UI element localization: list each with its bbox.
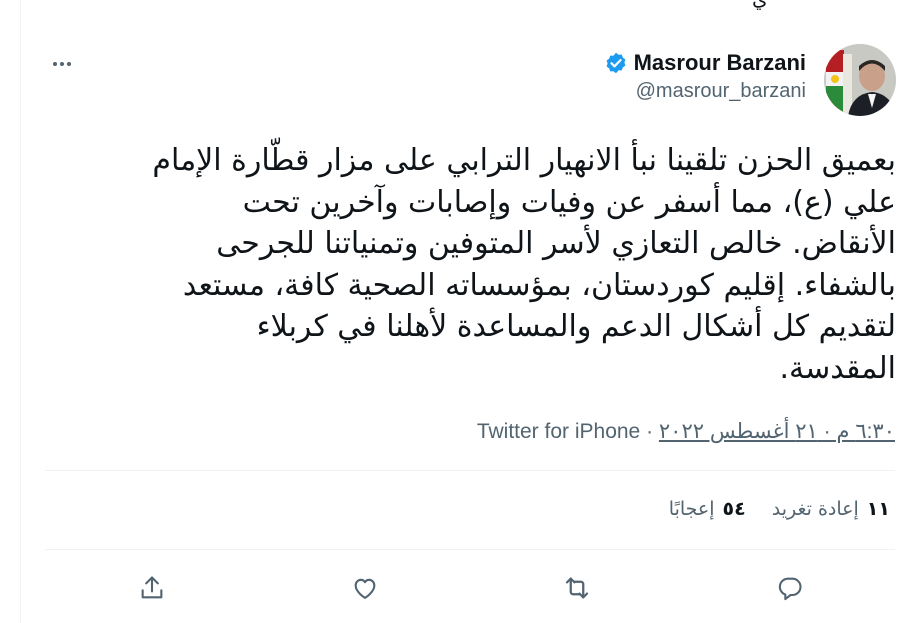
meta-separator: ·	[640, 420, 659, 443]
timeline-left-border	[20, 0, 21, 623]
tweet-stats: ١١ إعادة تغريد ٥٤ إعجابًا	[669, 498, 890, 520]
verified-badge-icon	[604, 51, 628, 75]
tweet-metadata: Twitter for iPhone · ٦:٣٠ م · ٢١ أغسطس ٢…	[477, 419, 895, 444]
author-name-row: Masrour Barzani	[604, 50, 806, 76]
author-handle[interactable]: @masrour_barzani	[604, 80, 806, 103]
retweets-stat[interactable]: ١١ إعادة تغريد	[772, 498, 890, 520]
tweet-text-line: الأنقاض. خالص التعازي لأسر المتوفين وتمن…	[216, 226, 896, 261]
tweet-text-line: المقدسة.	[779, 350, 897, 386]
retweets-count: ١١	[866, 498, 890, 520]
divider	[45, 470, 895, 471]
author-display-name[interactable]: Masrour Barzani	[634, 50, 806, 76]
tweet-timestamp[interactable]: ٦:٣٠ م · ٢١ أغسطس ٢٠٢٢	[659, 420, 895, 443]
reply-icon[interactable]	[772, 570, 808, 606]
retweet-icon[interactable]	[559, 570, 595, 606]
likes-count: ٥٤	[722, 498, 746, 520]
tweet-source[interactable]: Twitter for iPhone	[477, 420, 640, 443]
tweet-text-line: بالشفاء. إقليم كوردستان، بمؤسساته الصحية…	[182, 267, 896, 303]
share-icon[interactable]	[134, 570, 170, 606]
more-dots-icon[interactable]	[46, 52, 78, 76]
likes-label: إعجابًا	[668, 498, 715, 520]
divider	[45, 549, 895, 550]
tweet-text: بعميق الحزن تلقينا نبأ الانهيار الترابي …	[52, 140, 896, 389]
tweet-text-line: بعميق الحزن تلقينا نبأ الانهيار الترابي …	[152, 143, 896, 178]
likes-stat[interactable]: ٥٤ إعجابًا	[669, 498, 746, 520]
retweets-label: إعادة تغريد	[771, 498, 859, 520]
tweet-text-line: لتقديم كل أشكال الدعم والمساعدة لأهلنا ف…	[256, 309, 896, 344]
tweet-author: Masrour Barzani @masrour_barzani	[604, 50, 806, 103]
previous-tweet-fragment: ي	[752, 0, 768, 10]
tweet-text-line: علي (ع)، مما أسفر عن وفيات وإصابات وآخري…	[242, 184, 896, 220]
avatar-image	[824, 44, 896, 116]
heart-icon[interactable]	[347, 570, 383, 606]
avatar[interactable]	[824, 44, 896, 116]
